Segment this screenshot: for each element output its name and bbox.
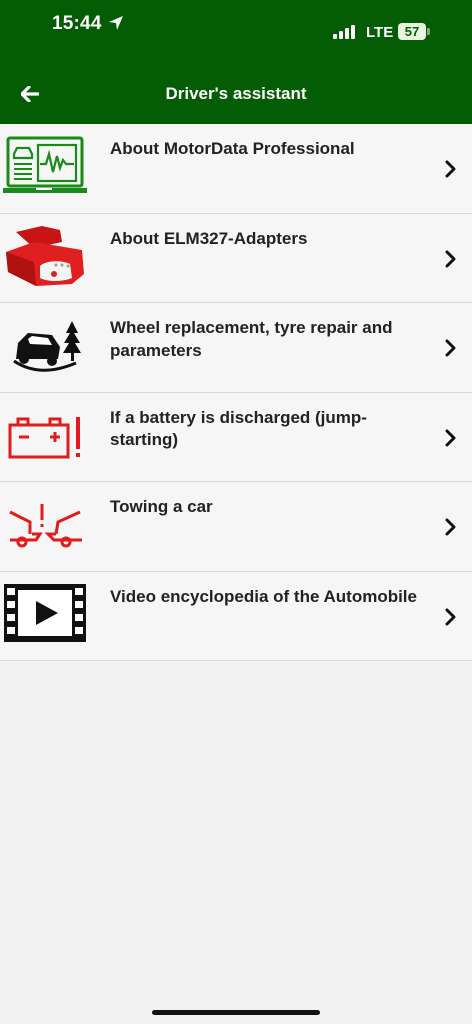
towing-icon [9, 504, 82, 548]
menu-item-motordata[interactable]: About MotorData Professional [0, 124, 472, 214]
menu-item-label: Wheel replacement, tyre repair and param… [110, 318, 393, 360]
chevron-right-icon [445, 160, 456, 178]
page-title: Driver's assistant [165, 84, 307, 103]
chevron-right-icon [445, 429, 456, 446]
menu-item-label: Towing a car [110, 497, 213, 516]
laptop-diagnostics-icon [3, 136, 87, 193]
home-indicator[interactable] [152, 1010, 320, 1015]
menu-item-label: If a battery is discharged (jump-startin… [110, 407, 367, 450]
menu-item-label: About MotorData Professional [110, 139, 355, 158]
chevron-right-icon [445, 518, 456, 536]
app-header: 15:44 LTE 57 Driver's assistant [0, 0, 472, 124]
location-arrow-icon [109, 16, 123, 30]
battery-warning-icon [8, 416, 80, 458]
menu-list: About MotorData Professional About ELM32… [0, 124, 472, 661]
menu-item-wheel-replacement[interactable]: Wheel replacement, tyre repair and param… [0, 303, 472, 393]
video-film-icon [4, 583, 86, 642]
chevron-right-icon [445, 608, 456, 625]
cellular-signal-icon [333, 25, 355, 39]
car-in-ditch-icon [13, 321, 81, 372]
menu-item-label: Video encyclopedia of the Automobile [110, 586, 417, 606]
chevron-right-icon [445, 339, 456, 357]
menu-item-video-encyclopedia[interactable]: Video encyclopedia of the Automobile [0, 571, 472, 661]
status-time: 15:44 [52, 13, 102, 34]
battery-level: 57 [398, 23, 426, 40]
network-type: LTE [366, 24, 394, 41]
menu-item-towing[interactable]: Towing a car [0, 482, 472, 572]
menu-item-elm327[interactable]: About ELM327-Adapters [0, 213, 472, 303]
menu-item-jump-starting[interactable]: If a battery is discharged (jump-startin… [0, 392, 472, 482]
chevron-right-icon [445, 250, 456, 267]
battery-icon: 57 [398, 23, 430, 40]
menu-item-label: About ELM327-Adapters [110, 228, 308, 248]
obd-adapter-icon [6, 225, 84, 286]
